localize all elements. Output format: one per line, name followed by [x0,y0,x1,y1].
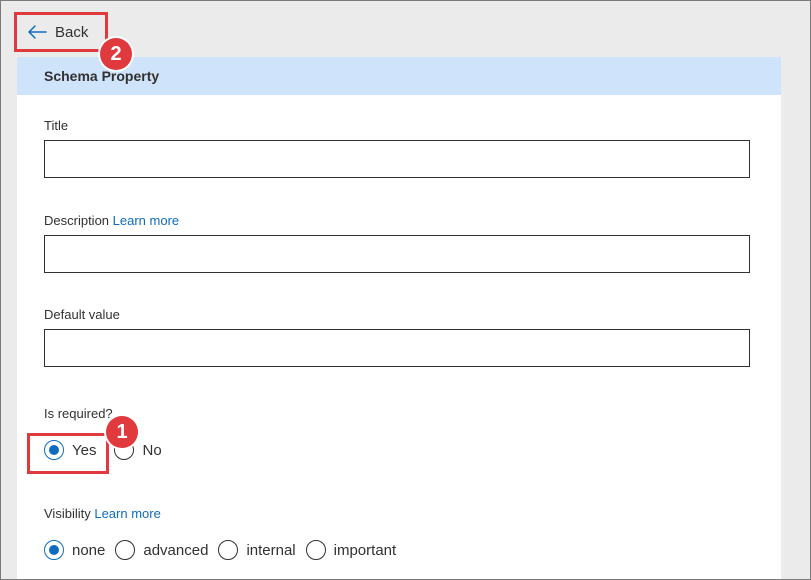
radio-unchecked-icon[interactable] [218,540,239,560]
back-label: Back [55,23,89,41]
title-label: Title [44,118,69,133]
schema-property-panel: Schema Property Title Description Learn … [17,57,781,580]
is-required-radio-group: Yes No [44,440,172,460]
description-label: Description [44,213,110,228]
default-value-input[interactable] [44,329,750,367]
back-arrow-icon [28,25,47,39]
step-badge-2: 2 [100,38,132,70]
visibility-advanced-label: advanced [143,541,209,559]
is-required-label: Is required? [44,406,113,421]
visibility-internal-label: internal [246,541,296,559]
visibility-important-label: important [333,541,397,559]
description-label-row: Description Learn more [44,213,179,228]
title-input[interactable] [44,140,750,178]
is-required-no-label: No [142,441,162,459]
step-badge-1: 1 [106,416,138,448]
panel-title: Schema Property [17,57,781,95]
visibility-radio-group: none advanced internal important [44,540,406,560]
radio-checked-icon[interactable] [44,540,64,560]
visibility-none-option[interactable]: none [44,540,105,560]
visibility-label: Visibility [44,506,91,521]
description-input[interactable] [44,235,750,273]
radio-unchecked-icon[interactable] [115,540,136,560]
visibility-learn-more-link[interactable]: Learn more [94,506,160,521]
visibility-internal-option[interactable]: internal [218,540,296,560]
is-required-yes-label: Yes [72,441,97,459]
description-learn-more-link[interactable]: Learn more [113,213,179,228]
is-required-yes-option[interactable]: Yes [44,440,96,460]
visibility-important-option[interactable]: important [305,540,397,560]
radio-checked-icon[interactable] [44,440,64,460]
radio-unchecked-icon[interactable] [305,540,326,560]
back-button[interactable]: Back [14,12,108,52]
default-value-label: Default value [44,307,120,322]
visibility-advanced-option[interactable]: advanced [115,540,208,560]
visibility-label-row: Visibility Learn more [44,506,161,521]
visibility-none-label: none [72,541,106,559]
